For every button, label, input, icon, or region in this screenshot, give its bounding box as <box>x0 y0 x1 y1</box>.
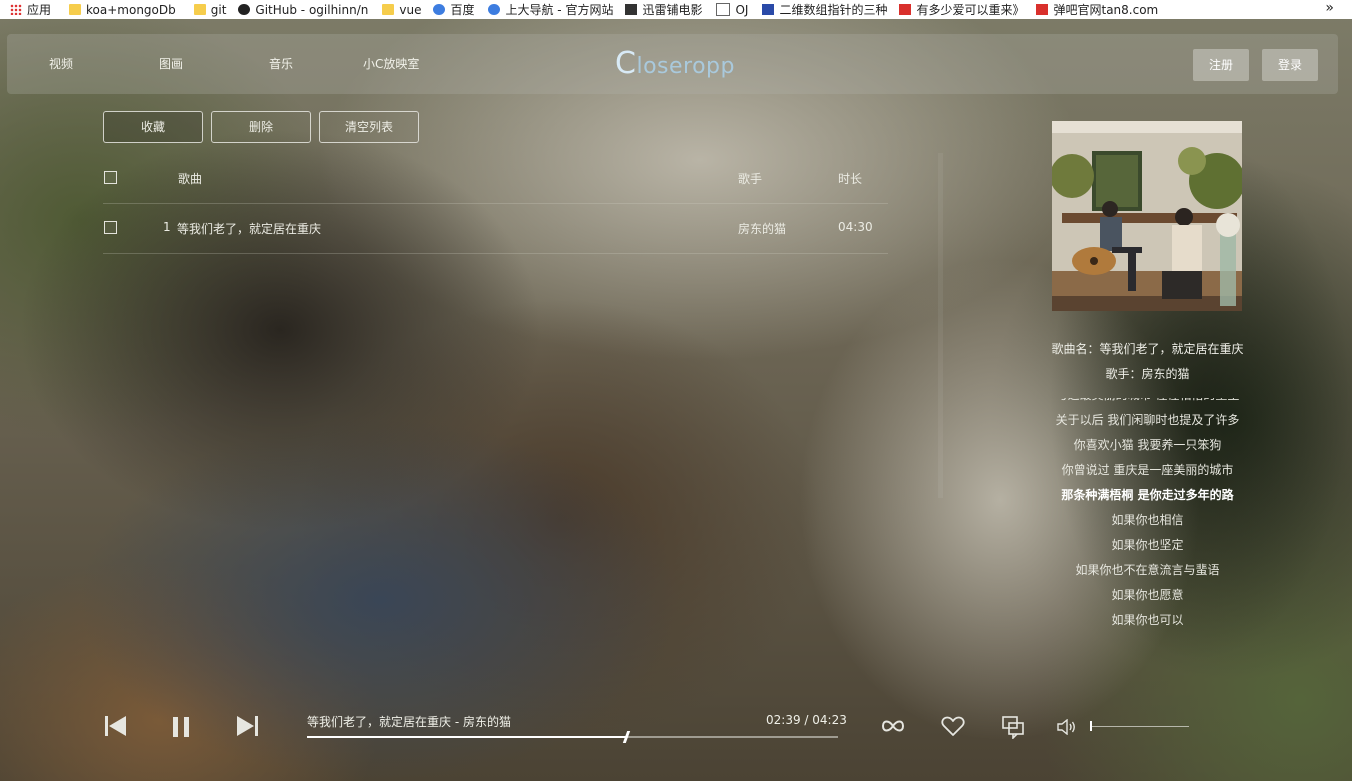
album-cover-art <box>1052 121 1242 311</box>
lyric-line: 与之最美丽的城市 惺惺相惜的重生 <box>1000 398 1295 408</box>
bookmark-label: vue <box>399 2 422 17</box>
collect-button[interactable]: 收藏 <box>103 111 203 143</box>
header-song: 歌曲 <box>178 172 203 186</box>
lyric-line: 关于以后 我们闲聊时也提及了许多 <box>1055 413 1240 427</box>
now-playing-singer: 歌手：房东的猫 <box>1105 367 1190 381</box>
lyric-line: 如果你也相信 <box>1111 513 1184 527</box>
page-icon <box>716 3 731 16</box>
apps-grid-icon <box>10 4 22 15</box>
tan8-icon <box>1036 4 1049 15</box>
loop-button[interactable] <box>880 716 906 739</box>
lyrics-panel[interactable]: 与之最美丽的城市 惺惺相惜的重生 关于以后 我们闲聊时也提及了许多 你喜欢小猫 … <box>1000 398 1295 631</box>
bookmark-shangda[interactable]: 上大导航 - 官方网站 <box>488 0 613 19</box>
lyric-line: 如果你也可以 <box>1111 613 1184 627</box>
nav-music[interactable]: 音乐 <box>269 55 293 72</box>
bookmark-label: GitHub - ogilhinn/n <box>255 2 369 17</box>
bookmark-vue[interactable]: vue <box>382 0 421 19</box>
bookmark-label: 应用 <box>27 3 52 17</box>
folder-icon <box>382 4 395 15</box>
bookmark-label: 弹吧官网tan8.com <box>1053 3 1159 17</box>
bookmark-git[interactable]: git <box>193 0 227 19</box>
progress-bar[interactable] <box>307 731 838 743</box>
row-duration: 04:30 <box>838 220 873 234</box>
delete-button[interactable]: 删除 <box>211 111 311 143</box>
album-cover-image <box>1052 121 1242 311</box>
bookmark-label: OJ <box>735 2 749 17</box>
login-button[interactable]: 登录 <box>1262 49 1318 81</box>
lyric-line-active: 那条种满梧桐 是你走过多年的路 <box>1061 488 1234 502</box>
skip-previous-icon <box>105 716 126 736</box>
globe-icon <box>488 4 501 15</box>
like-button[interactable] <box>941 715 965 740</box>
volume-slider[interactable] <box>1090 721 1189 731</box>
bookmark-label: 二维数组指针的三种 <box>779 3 888 17</box>
lyric-line: 如果你也不在意流言与蜚语 <box>1075 563 1220 577</box>
loop-infinity-icon <box>881 720 905 732</box>
bookmarks-bar: 应用 koa+mongoDb git GitHub - ogilhinn/n v… <box>0 0 1352 19</box>
select-all-checkbox[interactable] <box>104 171 117 184</box>
logo-initial: C <box>615 46 637 81</box>
pause-button[interactable] <box>172 716 192 741</box>
register-button[interactable]: 注册 <box>1193 49 1249 81</box>
player-track-info: 等我们老了，就定居在重庆 - 房东的猫 <box>307 715 511 729</box>
logo-text: loseropp <box>636 54 735 79</box>
row-song-title[interactable]: 等我们老了，就定居在重庆 <box>177 220 321 237</box>
bookmark-label: git <box>210 2 227 17</box>
progress-fill <box>307 736 626 738</box>
lyrics-toggle-button[interactable] <box>1001 715 1025 742</box>
volume-icon <box>1057 718 1075 736</box>
top-nav: 视频 图画 音乐 小C放映室 Closeropp 注册 登录 <box>7 34 1338 94</box>
lyric-line: 如果你也愿意 <box>1111 588 1184 602</box>
lyrics-scroll: 与之最美丽的城市 惺惺相惜的重生 关于以后 我们闲聊时也提及了许多 你喜欢小猫 … <box>1000 398 1295 631</box>
bookmark-apps[interactable]: 应用 <box>10 0 51 19</box>
bookmark-pointer[interactable]: 二维数组指针的三种 <box>762 0 887 19</box>
bookmark-koa-mongodb[interactable]: koa+mongoDb <box>69 0 176 19</box>
header-singer: 歌手 <box>738 172 763 186</box>
bookmark-label: 百度 <box>450 3 475 17</box>
baidu-paw-icon <box>433 4 446 15</box>
row-singer[interactable]: 房东的猫 <box>738 220 786 237</box>
volume-button[interactable] <box>1057 718 1077 738</box>
nav-pictures[interactable]: 图画 <box>159 55 183 72</box>
lyric-line: 你曾说过 重庆是一座美丽的城市 <box>1061 463 1234 477</box>
bookmark-tan8[interactable]: 弹吧官网tan8.com <box>1036 0 1158 19</box>
player-time: 02:39 / 04:23 <box>766 713 847 727</box>
bookmark-label: koa+mongoDb <box>86 2 176 17</box>
bookmark-oj[interactable]: OJ <box>716 0 748 19</box>
header-duration: 时长 <box>838 172 863 186</box>
bookmark-label: 迅雷铺电影 <box>642 3 703 17</box>
lyric-line: 你喜欢小猫 我要养一只笨狗 <box>1073 438 1222 452</box>
table-row[interactable]: 1 等我们老了，就定居在重庆 房东的猫 04:30 <box>103 203 888 254</box>
next-button[interactable] <box>236 715 260 740</box>
row-index: 1 <box>163 220 171 234</box>
volume-handle[interactable] <box>1090 721 1092 731</box>
bookmark-label: 上大导航 - 官方网站 <box>505 3 614 17</box>
bookmark-github[interactable]: GitHub - ogilhinn/n <box>238 0 368 19</box>
red-square-icon <box>899 4 912 15</box>
bookmarks-more-button[interactable]: » <box>1325 0 1334 17</box>
playlist-scrollbar[interactable] <box>938 153 943 498</box>
site-icon <box>625 4 638 15</box>
nav-video[interactable]: 视频 <box>49 55 73 72</box>
skip-next-icon <box>237 716 258 736</box>
lyric-line: 如果你也坚定 <box>1111 538 1184 552</box>
site-logo[interactable]: Closeropp <box>615 46 735 81</box>
github-icon <box>238 4 251 15</box>
bookmark-label: 有多少爱可以重来》 <box>916 3 1025 17</box>
clear-list-button[interactable]: 清空列表 <box>319 111 419 143</box>
bookmark-baidu[interactable]: 百度 <box>433 0 474 19</box>
bookmark-xunlei[interactable]: 迅雷铺电影 <box>625 0 702 19</box>
prev-button[interactable] <box>104 715 128 740</box>
nav-cinema[interactable]: 小C放映室 <box>363 55 419 72</box>
pause-icon <box>173 717 189 737</box>
folder-icon <box>193 4 206 15</box>
heart-icon <box>941 716 965 736</box>
folder-icon <box>69 4 82 15</box>
image-icon <box>762 4 775 15</box>
row-checkbox[interactable] <box>104 221 117 234</box>
now-playing-title: 歌曲名：等我们老了，就定居在重庆 <box>1051 342 1244 356</box>
playlist-header: 歌曲 歌手 时长 <box>103 153 888 204</box>
chat-bubbles-icon <box>1002 716 1024 740</box>
bookmark-love-song[interactable]: 有多少爱可以重来》 <box>899 0 1024 19</box>
